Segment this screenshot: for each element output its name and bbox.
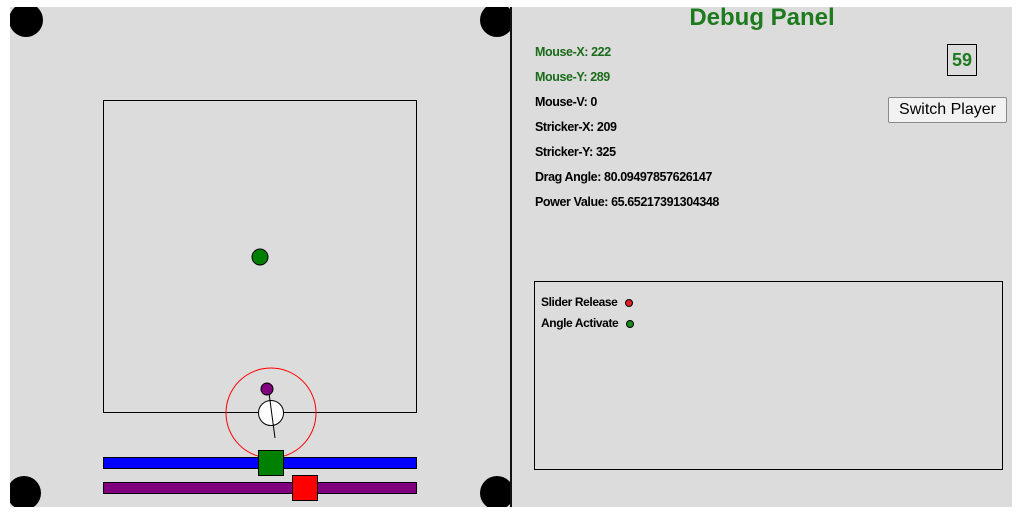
carrom-coin-green (251, 248, 269, 266)
event-label: Slider Release (541, 295, 618, 309)
event-label: Angle Activate (541, 316, 619, 330)
stat-mouse-x: Mouse-X: 222 (535, 45, 611, 59)
event-log: Slider Release Angle Activate (534, 281, 1003, 470)
status-dot-green-icon (626, 319, 635, 328)
event-angle-activate: Angle Activate (541, 316, 635, 330)
fps-counter: 59 (947, 44, 977, 76)
stat-power-value: Power Value: 65.65217391304348 (535, 195, 719, 209)
pocket-bottom-left (10, 476, 41, 507)
pocket-top-right (480, 7, 510, 37)
pocket-bottom-right (480, 476, 510, 507)
debug-panel: Debug Panel Mouse-X: 222 Mouse-Y: 289 Mo… (512, 7, 1012, 507)
stat-drag-angle: Drag Angle: 80.09497857626147 (535, 170, 712, 184)
carrom-board[interactable] (10, 7, 510, 507)
position-slider-handle[interactable] (258, 450, 284, 476)
stat-mouse-y: Mouse-Y: 289 (535, 70, 610, 84)
status-dot-red-icon (625, 298, 634, 307)
stat-striker-x: Stricker-X: 209 (535, 120, 617, 134)
debug-panel-title: Debug Panel (689, 7, 835, 31)
power-slider-track[interactable] (103, 482, 417, 494)
aim-target-dot[interactable] (260, 382, 274, 396)
power-slider-handle[interactable] (292, 475, 318, 501)
event-slider-release: Slider Release (541, 295, 634, 309)
pocket-top-left (10, 7, 43, 37)
switch-player-button[interactable]: Switch Player (888, 97, 1007, 123)
stat-mouse-v: Mouse-V: 0 (535, 95, 597, 109)
game-page: Debug Panel Mouse-X: 222 Mouse-Y: 289 Mo… (10, 7, 1012, 507)
stat-striker-y: Stricker-Y: 325 (535, 145, 616, 159)
